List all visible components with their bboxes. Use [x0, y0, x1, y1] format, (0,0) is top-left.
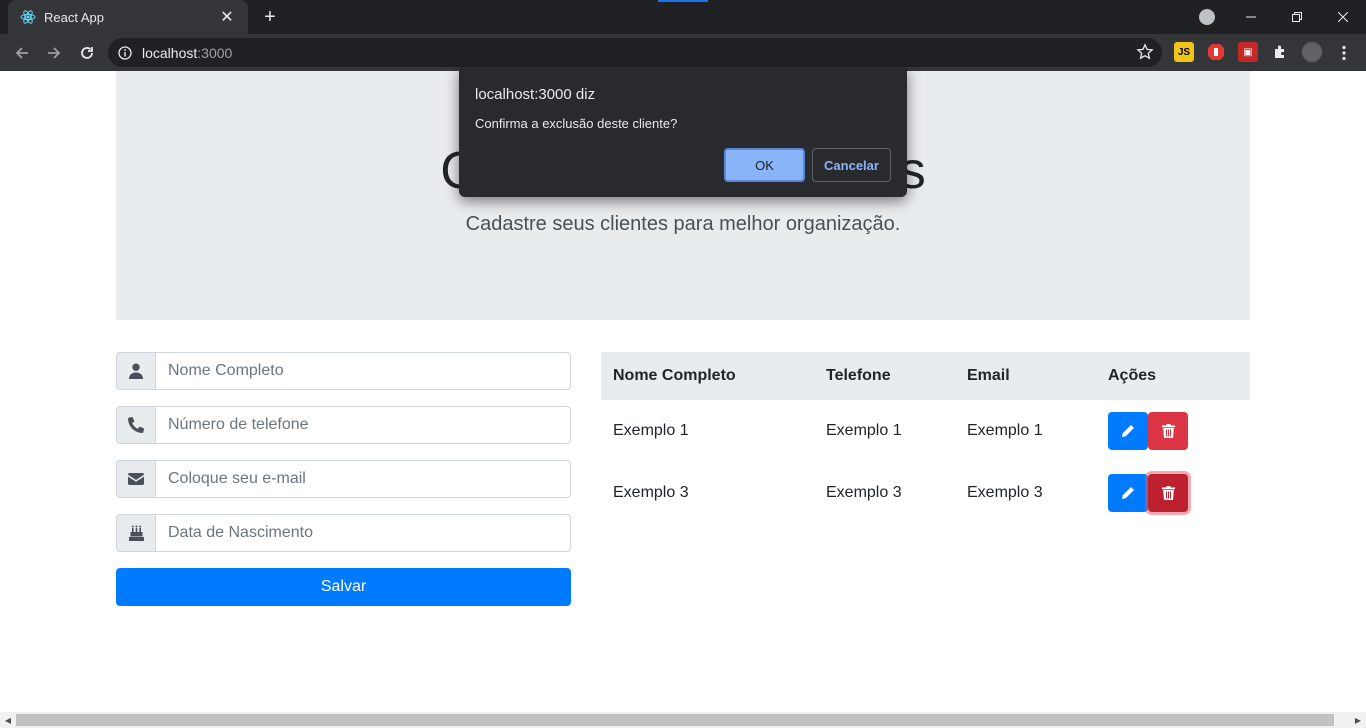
minimize-icon: [1246, 16, 1256, 18]
url-port: :3000: [197, 44, 233, 61]
phone-input-group: [116, 406, 571, 444]
clients-table: Nome Completo Telefone Email Ações Exemp…: [601, 352, 1250, 524]
titlebar-accent: [658, 0, 708, 2]
pencil-icon: [1122, 487, 1134, 499]
horizontal-scrollbar[interactable]: ◀ ▶: [0, 712, 1366, 728]
cell-actions: [1096, 462, 1250, 524]
cell-name: Exemplo 3: [613, 484, 689, 501]
browser-toolbar: localhost:3000 JS ▣: [0, 34, 1366, 71]
save-button[interactable]: Salvar: [116, 568, 571, 606]
dialog-message: Confirma a exclusão deste cliente?: [475, 116, 678, 131]
devtools-extension-icon[interactable]: ▣: [1238, 42, 1258, 62]
restore-button[interactable]: [1274, 0, 1320, 34]
arrow-left-icon: [15, 47, 28, 59]
browser-titlebar: React App ✕ +: [0, 0, 1366, 34]
trash-icon: [1161, 424, 1175, 438]
forward-button[interactable]: [41, 40, 67, 66]
bookmark-star-icon[interactable]: [1136, 43, 1154, 61]
phone-input[interactable]: [156, 406, 571, 444]
page-lead: Cadastre seus clientes para melhor organ…: [465, 213, 901, 235]
arrow-right-icon: [48, 47, 61, 59]
cell-name: Exemplo 1: [613, 422, 689, 439]
birthdate-input[interactable]: [156, 514, 571, 552]
js-extension-icon[interactable]: JS: [1174, 42, 1194, 62]
new-tab-button[interactable]: +: [258, 6, 282, 28]
envelope-icon: [116, 460, 156, 498]
column-header-name: Nome Completo: [613, 367, 736, 384]
dialog-cancel-button[interactable]: Cancelar: [812, 148, 891, 182]
cell-actions: [1096, 400, 1250, 462]
cell-email: Exemplo 1: [967, 422, 1043, 439]
adblock-icon[interactable]: [1206, 42, 1226, 62]
menu-button[interactable]: [1331, 40, 1357, 66]
info-icon[interactable]: [118, 45, 132, 60]
table-row: Exemplo 1 Exemplo 1 Exemplo 1: [601, 400, 1250, 462]
cell-email: Exemplo 3: [967, 484, 1043, 501]
column-header-actions: Ações: [1108, 367, 1157, 384]
dialog-ok-button[interactable]: OK: [724, 148, 805, 182]
minimize-button[interactable]: [1228, 0, 1274, 34]
close-icon: [1338, 12, 1348, 22]
puzzle-icon[interactable]: [1270, 42, 1290, 62]
cell-phone: Exemplo 3: [826, 484, 902, 501]
column-header-phone: Telefone: [826, 367, 891, 384]
close-window-button[interactable]: [1320, 0, 1366, 34]
url-host: localhost: [142, 44, 198, 61]
birthday-cake-icon: [116, 514, 156, 552]
tab-close-icon[interactable]: ✕: [218, 7, 236, 27]
cell-phone: Exemplo 1: [826, 422, 902, 439]
scrollbar-thumb[interactable]: [16, 714, 1334, 726]
scroll-left-icon[interactable]: ◀: [0, 712, 16, 728]
dialog-title: localhost:3000 diz: [475, 86, 596, 103]
confirm-dialog: localhost:3000 diz Confirma a exclusão d…: [459, 68, 907, 197]
delete-button[interactable]: [1148, 412, 1188, 450]
scroll-right-icon[interactable]: ▶: [1350, 712, 1366, 728]
tab-title: React App: [44, 9, 104, 25]
tab-search-icon[interactable]: [1199, 9, 1215, 25]
table-row: Exemplo 3 Exemplo 3 Exemplo 3: [601, 462, 1250, 524]
react-favicon-icon: [20, 10, 36, 24]
phone-icon: [116, 406, 156, 444]
address-bar[interactable]: localhost:3000: [108, 38, 1162, 67]
browser-tab[interactable]: React App ✕: [8, 0, 248, 34]
column-header-email: Email: [967, 367, 1010, 384]
pencil-icon: [1122, 425, 1134, 437]
restore-icon: [1292, 12, 1302, 22]
edit-button[interactable]: [1108, 412, 1148, 450]
trash-icon: [1161, 486, 1175, 500]
email-input[interactable]: [156, 460, 571, 498]
delete-button[interactable]: [1148, 474, 1188, 512]
reload-icon: [81, 47, 93, 59]
table-header-row: Nome Completo Telefone Email Ações: [601, 352, 1250, 400]
back-button[interactable]: [9, 40, 35, 66]
email-input-group: [116, 460, 571, 498]
kebab-menu-icon: [1342, 45, 1346, 61]
name-input[interactable]: [156, 352, 571, 390]
user-icon: [116, 352, 156, 390]
name-input-group: [116, 352, 571, 390]
birthdate-input-group: [116, 514, 571, 552]
profile-avatar-icon[interactable]: [1302, 42, 1322, 62]
reload-button[interactable]: [74, 40, 100, 66]
edit-button[interactable]: [1108, 474, 1148, 512]
